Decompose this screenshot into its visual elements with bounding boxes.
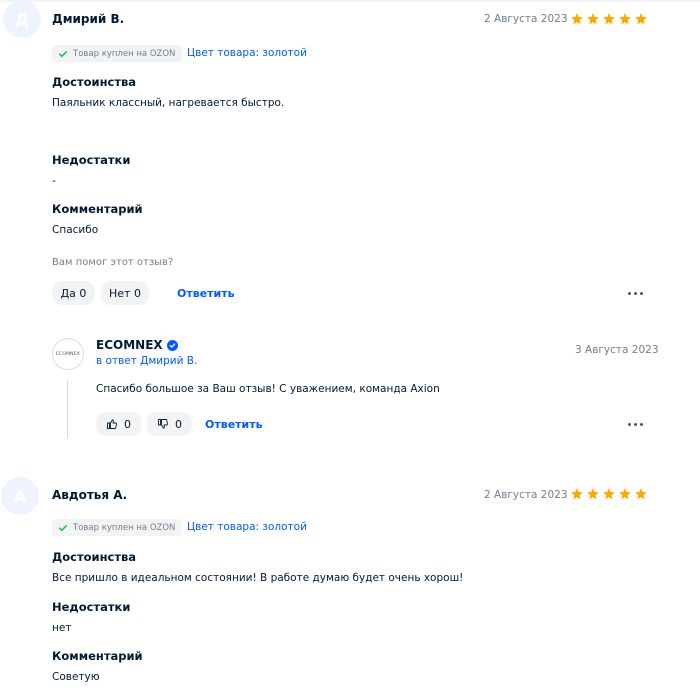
seller-logo: ECOMNEX [52, 338, 84, 370]
pros-title: Достоинства [52, 550, 137, 564]
review-date: 2 Августа 2023 [484, 13, 568, 25]
pros-text: Паяльник классный, нагревается быстро. [52, 97, 285, 109]
thumbs-down-icon [158, 419, 168, 429]
more-dots-icon[interactable] [628, 423, 643, 426]
reply-thread-line [67, 380, 68, 438]
pros-title: Достоинства [52, 75, 137, 89]
reply-like-button[interactable]: 0 [96, 412, 141, 436]
comment-text: Спасибо [52, 224, 99, 236]
reply-text: Спасибо большое за Ваш отзыв! С уважение… [96, 383, 440, 395]
star-icon [571, 488, 583, 500]
review-card: Д Дмирий В. 2 Августа 2023 Товар куплен … [0, 0, 700, 310]
purchase-badge: Товар куплен на OZON [52, 45, 183, 62]
star-icon [635, 488, 647, 500]
avatar: А [1, 477, 39, 515]
check-icon [58, 524, 68, 531]
check-icon [58, 50, 68, 57]
product-color-link[interactable]: Цвет товара: золотой [187, 47, 307, 59]
star-icon [603, 13, 615, 25]
review-author: Дмирий В. [52, 12, 125, 26]
helpful-no-button[interactable]: Нет 0 [101, 281, 149, 305]
helpful-question: Вам помог этот отзыв? [52, 257, 174, 268]
reply-date: 3 Августа 2023 [575, 344, 659, 356]
pros-text: Все пришло в идеальном состоянии! В рабо… [52, 572, 464, 584]
more-dots-icon[interactable] [628, 292, 643, 295]
star-icon [587, 13, 599, 25]
seller-name: ECOMNEX [96, 338, 178, 352]
reply-answer-button[interactable]: Ответить [205, 418, 263, 431]
cons-text: нет [52, 622, 72, 634]
comment-text: Советую [52, 671, 100, 683]
review-author: Авдотья А. [52, 488, 128, 502]
thumbs-up-icon [107, 419, 117, 429]
comment-title: Комментарий [52, 202, 143, 216]
star-icon [635, 13, 647, 25]
reply-dislike-button[interactable]: 0 [147, 412, 192, 436]
cons-title: Недостатки [52, 600, 131, 614]
cons-text: - [52, 175, 56, 187]
star-icon [571, 13, 583, 25]
star-icon [603, 488, 615, 500]
seller-reply: ECOMNEX ECOMNEX в ответ Дмирий В. 3 Авгу… [0, 330, 700, 445]
product-color-link[interactable]: Цвет товара: золотой [187, 521, 307, 533]
star-icon [619, 488, 631, 500]
comment-title: Комментарий [52, 649, 143, 663]
star-icon [619, 13, 631, 25]
in-reply-to[interactable]: в ответ Дмирий В. [96, 355, 197, 367]
verified-icon [166, 339, 178, 351]
review-date: 2 Августа 2023 [484, 489, 568, 501]
review-card: А Авдотья А. 2 Августа 2023 Товар куплен… [0, 470, 700, 692]
rating-stars [570, 12, 648, 26]
purchase-badge: Товар куплен на OZON [52, 519, 183, 536]
helpful-yes-button[interactable]: Да 0 [52, 281, 95, 305]
cons-title: Недостатки [52, 153, 131, 167]
reply-button[interactable]: Ответить [177, 287, 235, 300]
star-icon [587, 488, 599, 500]
rating-stars [570, 487, 648, 501]
avatar: Д [3, 0, 41, 38]
